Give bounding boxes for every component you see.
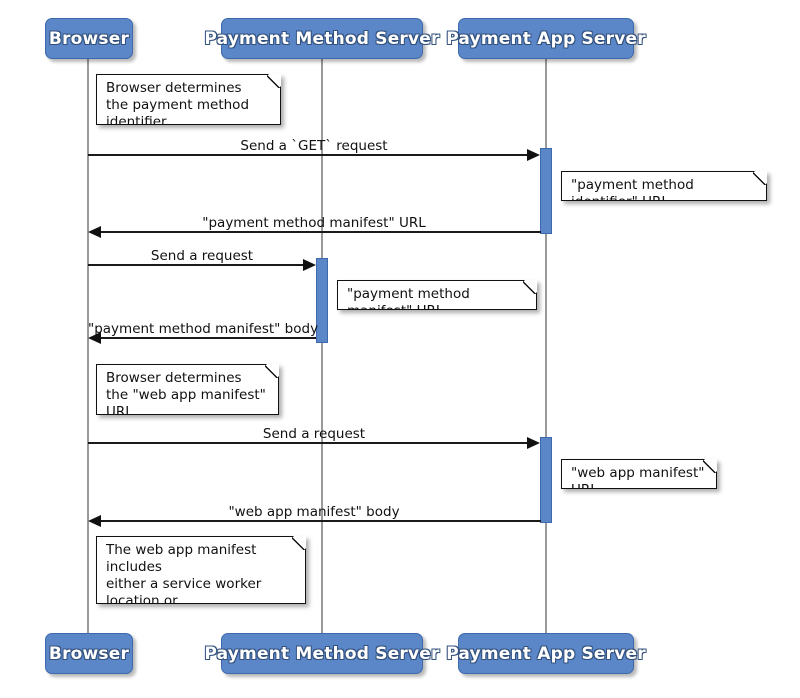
message-label-pm-manifest-body: "payment method manifest" body (88, 321, 319, 337)
participant-label: Payment App Server (446, 643, 646, 664)
message-line-get-request (88, 154, 533, 156)
participant-payment-method-server-footer[interactable]: Payment Method Server (204, 633, 439, 674)
participant-browser-footer[interactable]: Browser (45, 633, 133, 674)
message-line-pm-manifest-url (100, 231, 541, 233)
message-line-pm-manifest-body (100, 337, 316, 339)
message-line-send-request-pas (88, 442, 533, 444)
sequence-diagram: Browser Payment Method Server Payment Ap… (0, 0, 800, 698)
message-line-web-app-manifest-body (100, 520, 541, 522)
note-browser-determines-wam: Browser determines the "web app manifest… (96, 364, 279, 415)
message-label-pm-manifest-url: "payment method manifest" URL (202, 215, 426, 231)
note-body: Browser determines the "web app manifest… (96, 364, 279, 415)
note-text: Browser determines the "web app manifest… (106, 370, 266, 420)
note-pmi-url: "payment method identifier" URL (561, 171, 767, 201)
participant-label: Browser (48, 28, 130, 49)
note-body: Browser determines the payment method id… (96, 74, 281, 125)
lifeline-payment-app-server (545, 58, 547, 635)
note-body: "web app manifest" URL (561, 459, 717, 489)
note-text: "payment method manifest" URL (347, 286, 470, 319)
note-wam-url: "web app manifest" URL (561, 459, 717, 489)
participant-browser-header[interactable]: Browser (45, 18, 133, 59)
participant-payment-app-server-footer[interactable]: Payment App Server (446, 633, 646, 674)
note-body: "payment method identifier" URL (561, 171, 767, 201)
message-line-send-request-pms (88, 264, 309, 266)
note-text: The web app manifest includes either a s… (106, 542, 273, 626)
note-text: "payment method identifier" URL (571, 177, 694, 210)
participant-label: Browser (48, 643, 130, 664)
note-body: "payment method manifest" URL (337, 280, 537, 310)
message-label-get-request: Send a `GET` request (240, 138, 388, 154)
message-label-web-app-manifest-body: "web app manifest" body (228, 504, 400, 520)
note-pm-manifest-url: "payment method manifest" URL (337, 280, 537, 310)
participant-label: Payment Method Server (204, 28, 440, 49)
activation-payment-app-server-2 (540, 437, 552, 523)
participant-label: Payment Method Server (204, 643, 440, 664)
note-text: "web app manifest" URL (571, 465, 705, 498)
note-body: The web app manifest includes either a s… (96, 536, 306, 604)
participant-payment-method-server-header[interactable]: Payment Method Server (204, 18, 439, 59)
note-browser-determines-pmi: Browser determines the payment method id… (96, 74, 281, 125)
message-label-send-request-pas: Send a request (262, 426, 366, 442)
participant-label: Payment App Server (446, 28, 646, 49)
note-wam-includes: The web app manifest includes either a s… (96, 536, 306, 604)
note-text: Browser determines the payment method id… (106, 80, 250, 130)
activation-payment-app-server-1 (540, 148, 552, 234)
participant-payment-app-server-header[interactable]: Payment App Server (446, 18, 646, 59)
message-label-send-request-pms: Send a request (150, 248, 254, 264)
